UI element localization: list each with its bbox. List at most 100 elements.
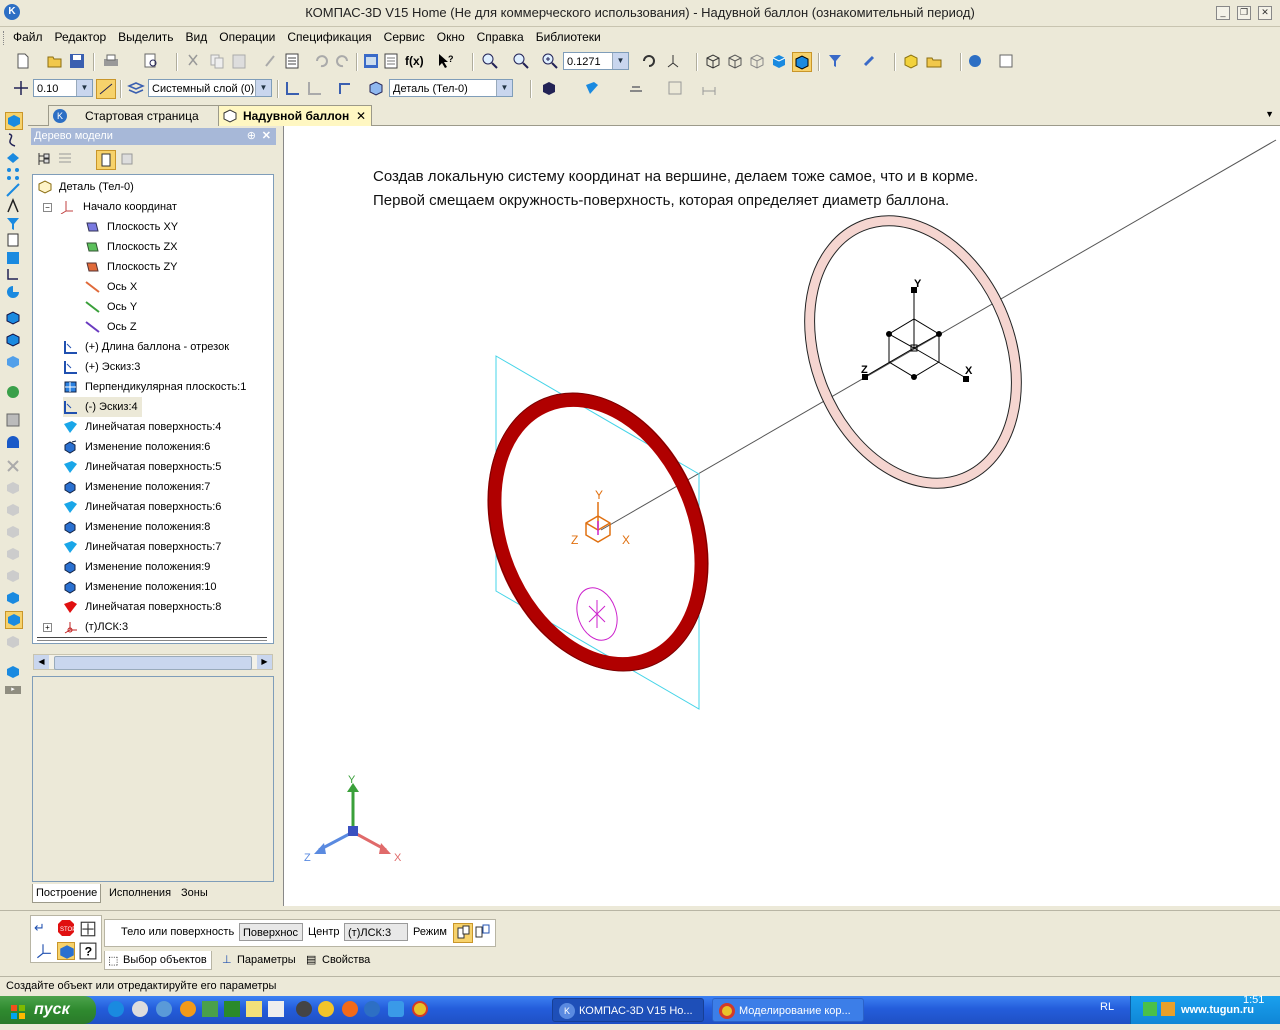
help-icon[interactable]: ? [79, 942, 97, 960]
tree-filter-icon[interactable] [118, 150, 136, 168]
menu-operations[interactable]: Операции [213, 27, 281, 44]
menu-help[interactable]: Справка [471, 27, 530, 44]
expand-icon[interactable]: + [43, 623, 52, 632]
enter-icon[interactable]: ↵ [34, 920, 50, 936]
menu-service[interactable]: Сервис [378, 27, 431, 44]
help-cursor-icon[interactable]: ? [436, 52, 454, 70]
constraints-icon[interactable] [862, 52, 880, 70]
tree-mode-icon[interactable] [96, 150, 116, 170]
scroll-thumb[interactable] [54, 656, 252, 670]
chevron-down-icon[interactable]: ▼ [255, 80, 271, 96]
variables-icon[interactable] [382, 52, 400, 70]
sweep-icon[interactable] [5, 480, 21, 496]
menu-libraries[interactable]: Библиотеки [530, 27, 607, 44]
scroll-right-icon[interactable]: ▶ [257, 655, 272, 669]
media-icon[interactable] [132, 1001, 148, 1017]
tab-zones[interactable]: Зоны [178, 884, 211, 902]
scroll-left-icon[interactable]: ◀ [34, 655, 49, 669]
zoom-combobox[interactable]: 0.1271 ▼ [563, 52, 629, 70]
box-yellow-icon[interactable] [902, 52, 920, 70]
taskbar-item-kompas[interactable]: K КОМПАС-3D V15 Ho... [552, 998, 704, 1022]
extrude-icon[interactable] [5, 310, 21, 326]
copy-body-icon[interactable] [5, 634, 21, 650]
tree-item-part[interactable]: Деталь (Тел-0) [37, 177, 134, 197]
chamfer-icon[interactable] [5, 524, 21, 540]
tree-item-lcs-3[interactable]: + (т)ЛСК:3 [43, 617, 128, 637]
undo-icon[interactable] [312, 52, 330, 70]
center-field[interactable]: (т)ЛСК:3 [344, 923, 408, 941]
detail-combobox[interactable]: Деталь (Тел-0) ▼ [389, 79, 513, 97]
chevron-down-icon[interactable]: ▼ [612, 53, 628, 69]
pin-icon[interactable]: ⊕ [247, 128, 256, 145]
chevron-down-icon[interactable]: ▼ [76, 80, 92, 96]
sketch-mode-icon[interactable] [284, 79, 302, 97]
redo-icon[interactable] [334, 52, 352, 70]
close-panel-icon[interactable]: ✕ [262, 128, 271, 145]
tree-item-length-segment[interactable]: (+) Длина баллона - отрезок [63, 337, 229, 357]
tree-item-move-6[interactable]: Изменение положения:6 [63, 437, 210, 457]
tree-item-origin[interactable]: − Начало координат [43, 197, 177, 217]
tree-structure-icon[interactable] [35, 150, 53, 168]
hidden-lines-icon[interactable] [726, 52, 744, 70]
tree-item-move-8[interactable]: Изменение положения:8 [63, 517, 210, 537]
tab-construction[interactable]: Построение [32, 884, 102, 903]
tree-item-plane-zx[interactable]: Плоскость ZX [85, 237, 178, 257]
step-combobox[interactable]: 0.10 ▼ [33, 79, 93, 97]
new-file-icon[interactable] [14, 52, 32, 70]
section-icon[interactable] [627, 79, 645, 97]
collapse-icon[interactable]: − [43, 203, 52, 212]
edit-tools-icon[interactable] [5, 112, 23, 130]
tree-item-axis-x[interactable]: Ось X [85, 277, 137, 297]
shaded-icon[interactable] [770, 52, 788, 70]
start-button[interactable]: пуск [0, 996, 96, 1024]
shaded-edges-icon[interactable] [792, 52, 812, 72]
menu-file[interactable]: Файл [7, 27, 49, 44]
zoom-in-icon[interactable] [541, 52, 559, 70]
assembly-icon[interactable] [5, 384, 21, 400]
viewer-icon[interactable] [388, 1001, 404, 1017]
manager-icon[interactable] [362, 52, 380, 70]
wireframe-icon[interactable] [704, 52, 722, 70]
close-button[interactable]: ✕ [1258, 6, 1272, 20]
tree-item-sketch-4[interactable]: (-) Эскиз:4 [63, 397, 142, 417]
copy-icon[interactable] [208, 52, 226, 70]
taskbar-item-browser[interactable]: Моделирование кор... [712, 998, 864, 1022]
close-tab-icon[interactable]: ✕ [356, 106, 366, 126]
tray-flag-icon[interactable] [1143, 1002, 1157, 1016]
preview-icon[interactable] [142, 52, 160, 70]
color-icon[interactable] [583, 79, 601, 97]
zoom-frame-icon[interactable] [481, 52, 499, 70]
cad-icon[interactable] [318, 1001, 334, 1017]
cut-extrude-icon[interactable] [5, 332, 21, 348]
tree-item-axis-z[interactable]: Ось Z [85, 317, 137, 337]
tree-item-perp-plane[interactable]: Перпендикулярная плоскость:1 [63, 377, 246, 397]
boolean-icon[interactable] [5, 354, 21, 370]
layer-combobox[interactable]: Системный слой (0) ▼ [148, 79, 272, 97]
tab-executions[interactable]: Исполнения [106, 884, 174, 902]
rotate-icon[interactable] [640, 52, 658, 70]
tree-item-ruled-5[interactable]: Линейчатая поверхность:5 [63, 457, 221, 477]
revolve-icon[interactable] [5, 434, 21, 450]
lcs-tool-icon[interactable] [5, 664, 21, 680]
tab-inflatable-balloon[interactable]: Надувной баллон ✕ [218, 105, 372, 126]
measure-icon[interactable] [5, 198, 21, 214]
mirror-icon[interactable] [5, 590, 21, 606]
special-icon[interactable] [997, 52, 1015, 70]
display-mode-icon[interactable] [540, 79, 558, 97]
menu-window[interactable]: Окно [431, 27, 471, 44]
layers-icon[interactable] [127, 79, 145, 97]
mode-absolute-icon[interactable] [453, 923, 473, 943]
chevron-down-icon[interactable]: ▼ [496, 80, 512, 96]
save-icon[interactable] [68, 52, 86, 70]
surfaces-icon[interactable] [5, 150, 21, 166]
parametric-icon[interactable] [337, 79, 355, 97]
mode-relative-icon[interactable] [474, 923, 492, 941]
folder-star-icon[interactable] [925, 52, 943, 70]
snap-step-icon[interactable] [12, 79, 30, 97]
doc-icon[interactable] [268, 1001, 284, 1017]
fillet-icon[interactable] [5, 502, 21, 518]
auto-create-icon[interactable] [57, 942, 75, 960]
dimension-icon[interactable] [700, 79, 718, 97]
tree-horizontal-scrollbar[interactable]: ◀ ▶ [33, 654, 273, 670]
stop-icon[interactable]: STOP [57, 919, 76, 937]
